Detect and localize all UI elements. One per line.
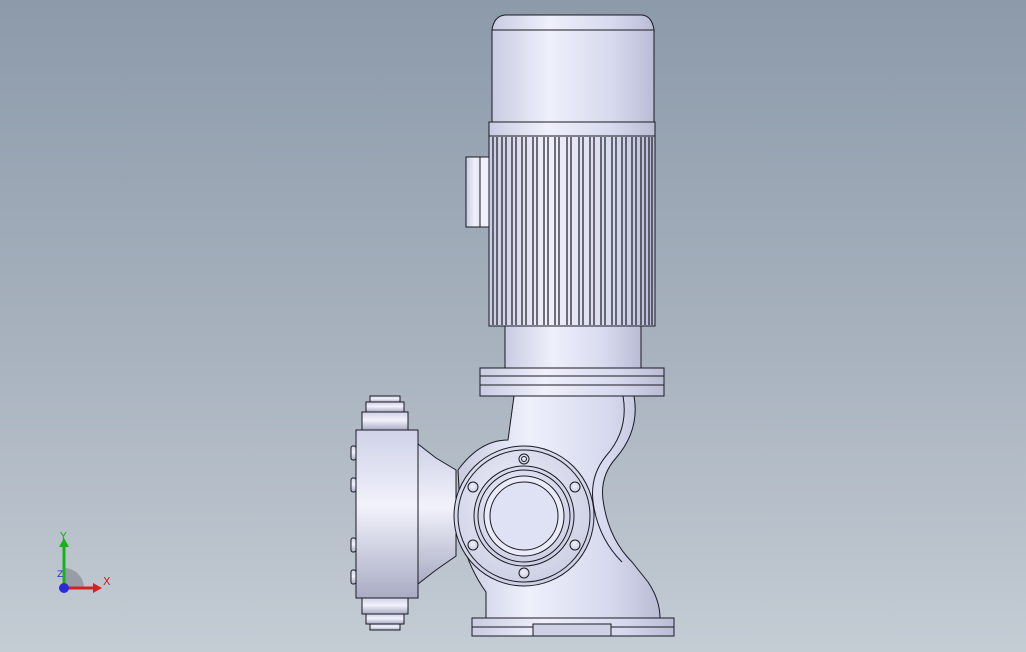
drive-flange — [453, 445, 595, 587]
triad-z-label: Z — [57, 570, 64, 580]
motor-neck — [504, 325, 642, 369]
base-plate — [471, 617, 675, 637]
motor-cap — [491, 14, 655, 123]
triad-x-label: X — [103, 575, 111, 588]
triad-y-label: Y — [60, 530, 67, 543]
mounting-flange — [479, 367, 665, 397]
pump-model[interactable] — [0, 0, 1026, 652]
graphics-viewport[interactable]: Y X Z — [0, 0, 1026, 652]
coordinate-triad: Y X Z — [50, 530, 120, 600]
terminal-box — [465, 156, 493, 228]
motor-body — [488, 121, 656, 327]
pump-head — [350, 395, 457, 631]
